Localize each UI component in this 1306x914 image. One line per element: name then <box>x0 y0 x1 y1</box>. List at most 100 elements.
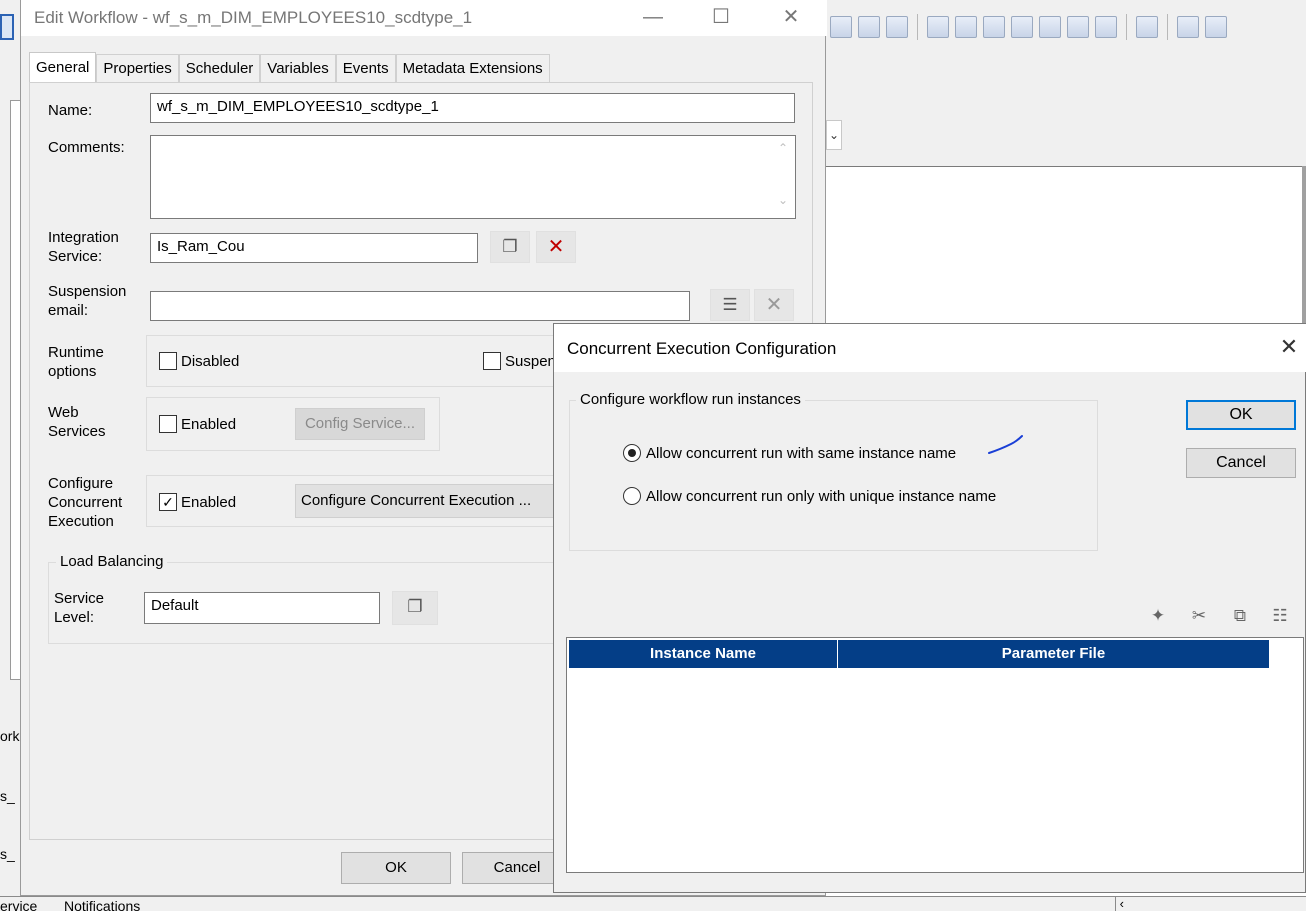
web-services-group: Enabled Config Service... <box>146 397 440 451</box>
run-instances-group <box>569 400 1098 551</box>
configure-concurrent-execution-button[interactable]: Configure Concurrent Execution ... <box>295 484 585 518</box>
suspension-email-label: Suspension email: <box>48 282 126 320</box>
session-icon[interactable] <box>830 16 852 38</box>
delete-x-icon: ✕ <box>765 294 783 316</box>
dialog-cancel-button[interactable]: Cancel <box>1186 448 1296 478</box>
label-line: Concurrent <box>48 494 123 511</box>
disabled-checkbox[interactable] <box>159 352 177 370</box>
label-line: options <box>48 363 97 380</box>
email-list-icon: ☰ <box>722 295 738 314</box>
integration-service-label: Integration Service: <box>48 228 119 266</box>
timer-icon[interactable] <box>983 16 1005 38</box>
tab-properties[interactable]: Properties <box>96 54 179 82</box>
background-text: s_ <box>0 846 15 862</box>
disabled-label: Disabled <box>181 353 240 370</box>
load-balancing-title: Load Balancing <box>56 553 168 570</box>
label-line: Integration <box>48 229 119 246</box>
name-label: Name: <box>48 102 93 119</box>
label-line: Execution <box>48 513 114 530</box>
tab-events[interactable]: Events <box>335 54 396 82</box>
tab-notifications[interactable]: Notifications <box>64 898 140 914</box>
web-services-label: Web Services <box>48 403 106 441</box>
event-raise-icon[interactable] <box>1067 16 1089 38</box>
window-icon <box>0 14 14 40</box>
integration-service-field[interactable]: Is_Ram_Cou <box>150 233 478 263</box>
label-line: Service: <box>48 248 103 265</box>
new-row-icon[interactable]: ✦ <box>1147 606 1169 630</box>
service-level-field[interactable]: Default <box>144 592 380 624</box>
config-service-button[interactable]: Config Service... <box>295 408 425 440</box>
column-header-parameter-file[interactable]: Parameter File <box>838 640 1270 668</box>
command-icon[interactable] <box>858 16 880 38</box>
dialog-ok-button[interactable]: OK <box>1186 400 1296 430</box>
clear-integration-service-button[interactable]: ✕ <box>536 231 576 263</box>
tab-scheduler[interactable]: Scheduler <box>178 54 261 82</box>
horizontal-scrollbar[interactable]: ‹ <box>1115 896 1167 911</box>
browse-integration-service-button[interactable]: ❐ <box>490 231 530 263</box>
tab-general[interactable]: General <box>29 52 97 84</box>
suspension-email-field[interactable] <box>150 291 690 321</box>
ok-button[interactable]: OK <box>341 852 451 884</box>
link-icon[interactable] <box>1136 16 1158 38</box>
background-text: s_ <box>0 788 15 804</box>
tab-metadata-extensions[interactable]: Metadata Extensions <box>395 54 550 82</box>
chevron-down-icon[interactable]: ⌄ <box>826 120 842 150</box>
toolbar-separator <box>1167 14 1168 40</box>
runtime-options-label: Runtime options <box>48 343 104 381</box>
concurrent-enabled-label: Enabled <box>181 494 237 511</box>
event-wait-icon[interactable] <box>1039 16 1061 38</box>
label-line: Service <box>54 590 105 607</box>
scheduler-icon[interactable] <box>1205 16 1227 38</box>
browse-email-button[interactable]: ☰ <box>710 289 750 321</box>
maximize-icon[interactable]: ☐ <box>709 5 733 29</box>
delete-x-icon: ✕ <box>547 236 565 258</box>
bottom-tab-bar <box>0 896 1306 911</box>
same-instance-name-radio[interactable] <box>623 444 641 462</box>
label-line: email: <box>48 302 89 319</box>
scroll-down-icon[interactable]: ⌄ <box>772 193 794 213</box>
tab-variables[interactable]: Variables <box>260 54 336 82</box>
instances-table[interactable]: Instance Name Parameter File <box>566 637 1304 873</box>
clear-email-button[interactable]: ✕ <box>754 289 794 321</box>
assignment-icon[interactable] <box>955 16 977 38</box>
cut-icon[interactable]: ✂ <box>1188 606 1210 630</box>
worklet-icon[interactable] <box>927 16 949 38</box>
background-text: ork <box>0 728 20 744</box>
label-line: Runtime <box>48 344 104 361</box>
column-header-instance-name[interactable]: Instance Name <box>569 640 838 668</box>
control-icon[interactable] <box>1011 16 1033 38</box>
dialog-title: Concurrent Execution Configuration <box>567 339 837 358</box>
workspace-border <box>1302 166 1306 326</box>
comments-field[interactable]: ⌃ ⌄ <box>150 135 796 219</box>
browse-service-level-button[interactable]: ❐ <box>392 591 438 625</box>
minimize-icon[interactable]: — <box>641 5 665 29</box>
close-icon[interactable]: ✕ <box>779 5 803 29</box>
suspend-on-error-checkbox[interactable] <box>483 352 501 370</box>
tab-service[interactable]: ervice <box>0 898 37 914</box>
label-line: Level: <box>54 609 95 626</box>
paste-icon[interactable]: ☷ <box>1269 606 1291 630</box>
window-title: Edit Workflow - wf_s_m_DIM_EMPLOYEES10_s… <box>34 8 473 27</box>
web-services-enabled-checkbox[interactable] <box>159 415 177 433</box>
toolbar-icons <box>830 14 1227 40</box>
name-field[interactable]: wf_s_m_DIM_EMPLOYEES10_scdtype_1 <box>150 93 795 123</box>
tab-strip: General Properties Scheduler Variables E… <box>29 52 550 84</box>
decision-icon[interactable] <box>1095 16 1117 38</box>
run-instances-title: Configure workflow run instances <box>576 391 805 408</box>
toolbar-band <box>826 60 1306 166</box>
cube-icon: ❐ <box>502 237 518 256</box>
email-icon[interactable] <box>886 16 908 38</box>
same-instance-name-label: Allow concurrent run with same instance … <box>646 445 957 462</box>
comments-scrollbar[interactable]: ⌃ ⌄ <box>772 137 794 217</box>
scroll-up-icon[interactable]: ⌃ <box>772 141 794 161</box>
properties-icon[interactable] <box>1177 16 1199 38</box>
close-icon[interactable]: ✕ <box>1277 336 1301 360</box>
label-line: Web <box>48 404 79 421</box>
pen-annotation <box>988 435 1023 454</box>
concurrent-enabled-checkbox[interactable]: ✓ <box>159 493 177 511</box>
cube-icon: ❐ <box>407 597 423 616</box>
copy-icon[interactable]: ⧉ <box>1229 606 1251 630</box>
unique-instance-name-radio[interactable] <box>623 487 641 505</box>
label-line: Services <box>48 423 106 440</box>
comments-label: Comments: <box>48 139 125 156</box>
